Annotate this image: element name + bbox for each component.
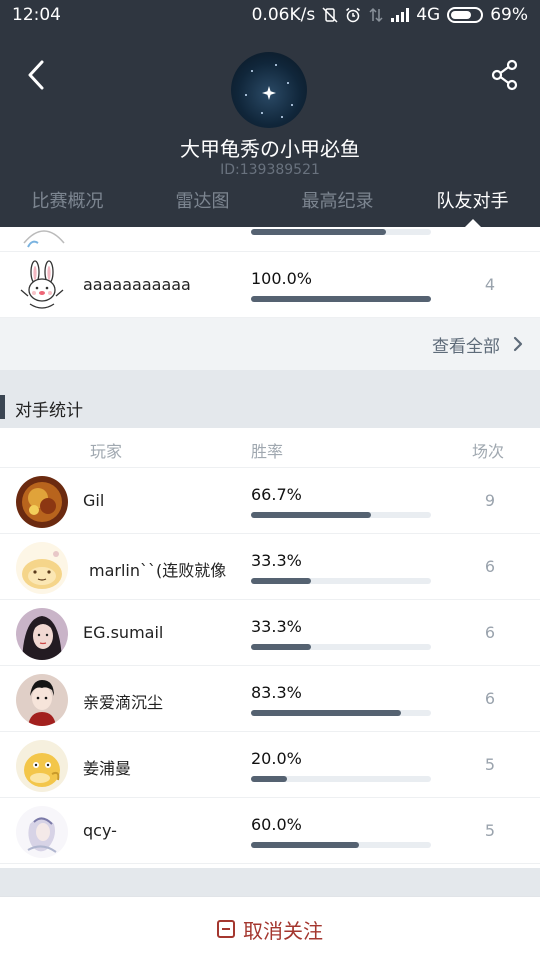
- share-button[interactable]: [490, 58, 520, 92]
- list-item[interactable]: marlin``(连败就像 33.3% 6: [0, 534, 540, 600]
- match-count: 6: [484, 623, 496, 642]
- section-header: 对手统计: [0, 385, 540, 428]
- teammates-list: aaaaaaaaaaa 100.0% 4: [0, 227, 540, 318]
- player-avatar: [16, 806, 68, 858]
- win-rate-fill: [251, 644, 311, 650]
- star-icon: [262, 86, 276, 100]
- match-count: 6: [484, 689, 496, 708]
- teammate-avatar: [23, 230, 65, 248]
- vibrate-off-icon: [322, 7, 338, 23]
- win-rate: 33.3%: [251, 551, 302, 570]
- view-all-button[interactable]: 查看全部: [0, 318, 540, 370]
- player-name: marlin``(连败就像: [89, 561, 227, 580]
- win-rate-fill: [251, 710, 401, 716]
- win-rate-fill: [251, 512, 371, 518]
- player-avatar: [16, 674, 68, 726]
- list-item[interactable]: qcy- 60.0% 5: [0, 798, 540, 864]
- column-win-rate: 胜率: [251, 442, 284, 461]
- win-rate-bar: [251, 710, 431, 716]
- list-item[interactable]: aaaaaaaaaaa 100.0% 4: [0, 252, 540, 318]
- player-name: qcy-: [83, 821, 117, 840]
- list-item[interactable]: 姜浦曼 20.0% 5: [0, 732, 540, 798]
- match-count: 6: [484, 557, 496, 576]
- column-match-count: 场次: [472, 442, 505, 461]
- status-bar: 12:04 0.06K/s 4G 69%: [0, 0, 540, 32]
- win-rate: 66.7%: [251, 485, 302, 504]
- list-item[interactable]: EG.sumail 33.3% 6: [0, 600, 540, 666]
- win-rate-fill: [251, 296, 431, 302]
- battery-icon: [447, 7, 484, 23]
- win-rate-bar: [251, 578, 431, 584]
- battery-percent: 69%: [490, 5, 528, 25]
- player-name: EG.sumail: [83, 623, 164, 642]
- match-count: 4: [484, 275, 496, 294]
- player-name: 姜浦曼: [83, 759, 132, 778]
- win-rate-bar: [251, 512, 431, 518]
- win-rate-bar: [251, 842, 431, 848]
- data-transfer-icon: [369, 7, 383, 23]
- player-name: aaaaaaaaaaa: [83, 275, 191, 294]
- player-avatar: [16, 608, 68, 660]
- win-rate: 20.0%: [251, 749, 302, 768]
- back-button[interactable]: [22, 58, 52, 92]
- status-time: 12:04: [12, 5, 61, 25]
- section-title: 对手统计: [15, 401, 83, 421]
- signal-strength-icon: [391, 8, 410, 22]
- chevron-right-icon: [513, 336, 523, 352]
- win-rate: 100.0%: [251, 269, 313, 288]
- win-rate-fill: [251, 578, 311, 584]
- opponents-list: 玩家 胜率 场次 Gil 66.7% 9 marlin``(连败就像 33.3%…: [0, 428, 540, 868]
- player-name: 亲爱滴沉尘: [83, 693, 164, 712]
- win-rate-fill: [251, 776, 287, 782]
- column-header: 玩家 胜率 场次: [0, 428, 540, 468]
- win-rate: 83.3%: [251, 683, 302, 702]
- win-rate-fill: [251, 229, 386, 235]
- player-avatar: [16, 740, 68, 792]
- match-count: 5: [484, 755, 496, 774]
- tab-radar-chart[interactable]: 雷达图: [135, 184, 270, 227]
- view-all-label: 查看全部: [432, 337, 500, 357]
- player-avatar: [16, 542, 68, 594]
- win-rate-bar: [251, 776, 431, 782]
- alarm-icon: [346, 7, 361, 23]
- win-rate-fill: [251, 842, 359, 848]
- profile-id: ID:139389521: [220, 162, 320, 178]
- status-indicators: 0.06K/s 4G 69%: [252, 5, 528, 25]
- win-rate-bar: [251, 229, 431, 235]
- win-rate-bar: [251, 644, 431, 650]
- match-count: 5: [484, 821, 496, 840]
- minus-box-icon: [217, 920, 235, 938]
- network-speed: 0.06K/s: [251, 5, 316, 25]
- list-item[interactable]: 亲爱滴沉尘 83.3% 6: [0, 666, 540, 732]
- list-item[interactable]: Gil 66.7% 9: [0, 468, 540, 534]
- win-rate-bar: [251, 296, 431, 302]
- network-type: 4G: [416, 5, 441, 25]
- win-rate: 33.3%: [251, 617, 302, 636]
- player-avatar: [16, 476, 68, 528]
- unfollow-button[interactable]: 取消关注: [0, 897, 540, 960]
- column-player: 玩家: [90, 442, 123, 461]
- player-name: Gil: [83, 491, 105, 510]
- profile-avatar[interactable]: [231, 52, 307, 128]
- footer-bar: 取消关注: [0, 896, 540, 960]
- profile-name: 大甲龟秀の小甲必鱼: [180, 137, 360, 161]
- list-item-partial[interactable]: [0, 227, 540, 252]
- win-rate: 60.0%: [251, 815, 302, 834]
- profile-header: 12:04 0.06K/s 4G 69% 大甲龟秀の小甲必鱼 ID:139389…: [0, 0, 540, 227]
- rabbit-avatar: [20, 260, 64, 309]
- tab-match-overview[interactable]: 比赛概况: [0, 184, 135, 227]
- tab-bar: 比赛概况 雷达图 最高纪录 队友对手: [0, 184, 540, 227]
- unfollow-label: 取消关注: [243, 918, 323, 943]
- match-count: 9: [484, 491, 496, 510]
- section-accent: [0, 395, 5, 419]
- tab-teammates-opponents[interactable]: 队友对手: [405, 184, 540, 227]
- tab-best-records[interactable]: 最高纪录: [270, 184, 405, 227]
